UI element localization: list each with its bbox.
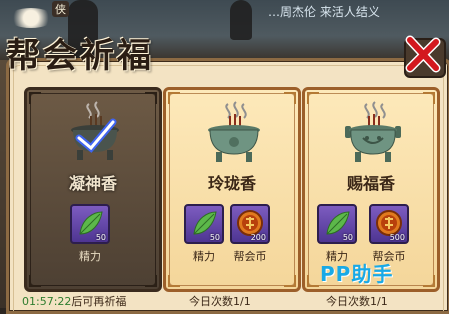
close-x-icon <box>405 35 441 73</box>
blessing-card-linglong[interactable]: 玲珑香 50 精力 200 帮会币 <box>163 87 301 292</box>
incense-burner-icon <box>345 101 401 162</box>
reward-qty: 200 <box>250 233 266 242</box>
cooldown-footer: 01:57:22后可再祈福 <box>22 293 126 309</box>
incense-burner-icon <box>71 101 119 160</box>
close-button[interactable] <box>402 34 446 78</box>
card-name: 赐福香 <box>346 174 395 193</box>
reward-item-energy[interactable]: 50 <box>184 204 224 244</box>
blessing-card-ningshen[interactable]: 凝神香 50 精力 <box>24 87 162 292</box>
cooldown-timer: 01:57:22 <box>22 295 72 308</box>
incense-burner-icon <box>208 101 260 162</box>
card-name: 凝神香 <box>68 174 117 193</box>
chat-snippet: …周杰伦 来活人结义 <box>268 5 380 19</box>
reward-label: 精力 <box>79 250 101 263</box>
reward-qty: 50 <box>209 233 220 242</box>
reward-item-energy[interactable]: 50 <box>317 204 357 244</box>
reward-qty: 50 <box>342 233 353 242</box>
background-figure <box>230 0 252 40</box>
reward-item-energy[interactable]: 50 <box>70 204 110 244</box>
page-title: 帮会祈福 <box>6 36 154 76</box>
card-name: 玲珑香 <box>207 174 256 193</box>
daily-count: 今日次数1/1 <box>189 295 251 308</box>
reward-label: 帮会币 <box>233 250 267 263</box>
daily-count: 今日次数1/1 <box>326 295 388 308</box>
top-tag: 侠 <box>52 1 69 17</box>
cooldown-text: 后可再祈福 <box>71 295 127 308</box>
reward-item-guild-coin[interactable]: 200 <box>230 204 270 244</box>
reward-item-guild-coin[interactable]: 500 <box>369 204 409 244</box>
title-ornament <box>8 8 54 28</box>
reward-qty: 500 <box>389 233 405 242</box>
pp-assistant-watermark: PP助手 <box>320 262 394 286</box>
reward-qty: 50 <box>95 233 106 242</box>
reward-label: 精力 <box>193 250 215 263</box>
